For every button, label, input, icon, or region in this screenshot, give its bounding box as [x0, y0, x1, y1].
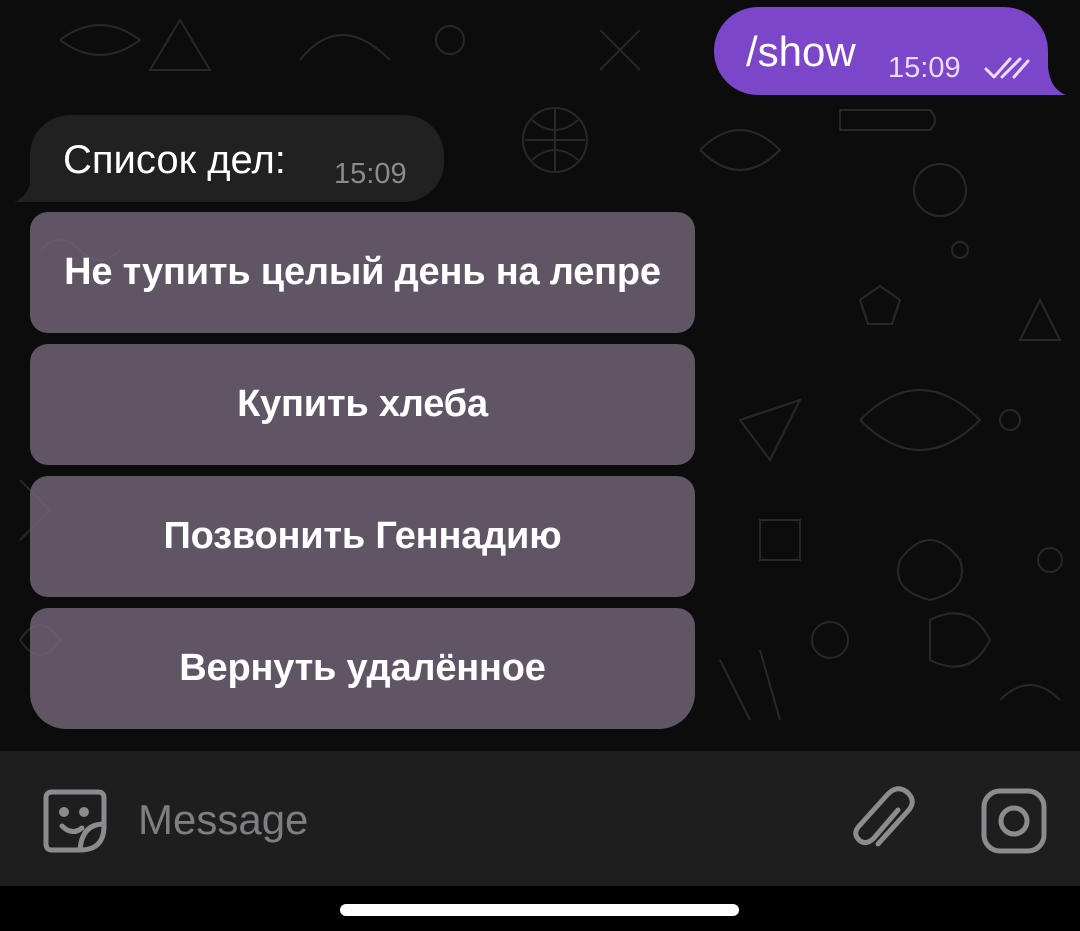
chat-area: /show 15:09 Список дел: 15:09 Не тупить … [0, 0, 1080, 751]
sticker-smile-icon[interactable] [40, 786, 110, 856]
inline-button-task-3[interactable]: Позвонить Геннадию [30, 476, 695, 597]
double-check-icon [984, 57, 1030, 79]
inline-button-restore-deleted[interactable]: Вернуть удалённое [30, 608, 695, 729]
outgoing-message-text: /show [746, 28, 856, 75]
inline-button-task-2[interactable]: Купить хлеба [30, 344, 695, 465]
inline-button-label: Позвонить Геннадию [163, 515, 562, 557]
inline-button-label: Вернуть удалённое [179, 647, 546, 689]
outgoing-message-time: 15:09 [888, 52, 961, 84]
incoming-message-time: 15:09 [334, 158, 407, 190]
inline-button-task-1[interactable]: Не тупить целый день на лепре [30, 212, 695, 333]
inline-button-label: Купить хлеба [237, 383, 488, 425]
outgoing-bubble-tail [1036, 67, 1066, 95]
paperclip-icon[interactable] [852, 786, 916, 856]
incoming-bubble-tail [14, 174, 44, 202]
message-input[interactable] [138, 790, 818, 850]
home-indicator[interactable] [340, 904, 739, 916]
incoming-message-text: Список дел: [63, 138, 286, 182]
camera-icon[interactable] [978, 786, 1050, 856]
inline-button-label: Не тупить целый день на лепре [64, 251, 661, 293]
